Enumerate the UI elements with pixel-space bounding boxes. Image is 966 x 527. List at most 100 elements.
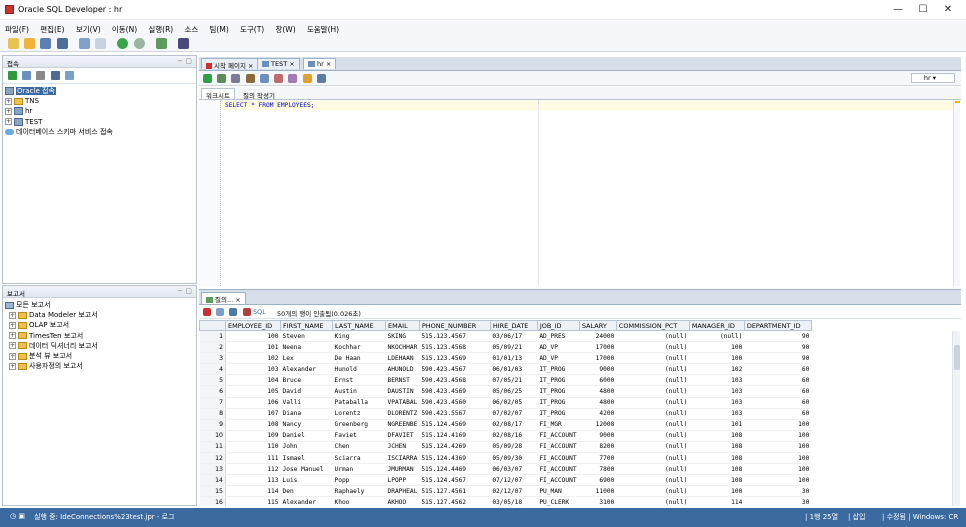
expand-icon[interactable]: + bbox=[9, 342, 16, 350]
table-row[interactable]: 8 107 Diana Lorentz DLORENTZ 590.423.5567 07/0… bbox=[199, 408, 812, 420]
table-cell[interactable]: 03/06/17 bbox=[490, 330, 538, 343]
table-cell[interactable]: (null) bbox=[616, 496, 690, 506]
table-cell[interactable]: 515.124.4369 bbox=[419, 452, 491, 465]
table-cell[interactable]: (null) bbox=[616, 474, 690, 487]
table-cell[interactable]: 3100 bbox=[579, 496, 617, 506]
table-row[interactable]: 6 105 David Austin DAUSTIN 590.423.4569 05/06/… bbox=[199, 385, 812, 398]
column-header[interactable]: COMMISSION_PCT bbox=[615, 320, 690, 331]
expand-icon[interactable]: + bbox=[5, 118, 12, 126]
table-cell[interactable]: Faviet bbox=[332, 430, 386, 442]
menu-navigate[interactable]: 이동(N) bbox=[107, 21, 141, 35]
results-grid[interactable]: EMPLOYEE_ID FIRST_NAME LAST_NAME EMAIL P… bbox=[199, 320, 961, 506]
table-cell[interactable]: NKOCHHAR bbox=[385, 341, 420, 354]
table-cell[interactable]: 108 bbox=[689, 452, 745, 465]
table-cell[interactable]: 11000 bbox=[579, 485, 617, 498]
table-cell[interactable]: 101 bbox=[225, 341, 281, 354]
connection-select[interactable]: hr ▾ bbox=[910, 73, 955, 83]
table-cell[interactable]: Urman bbox=[332, 463, 386, 476]
table-cell[interactable]: 100 bbox=[744, 452, 812, 465]
save-icon[interactable] bbox=[40, 38, 52, 49]
table-cell[interactable]: 515.123.4569 bbox=[419, 352, 491, 365]
table-cell[interactable]: 103 bbox=[689, 385, 745, 398]
table-cell[interactable]: 9000 bbox=[579, 430, 617, 442]
table-row[interactable]: 4 103 Alexander Hunold AHUNOLD 590.423.4567 06… bbox=[199, 363, 812, 376]
table-cell[interactable]: 17000 bbox=[579, 341, 617, 354]
table-cell[interactable]: PU_CLERK bbox=[537, 496, 580, 506]
table-cell[interactable]: IT_PROG bbox=[537, 385, 580, 398]
forward-icon[interactable] bbox=[133, 38, 145, 49]
table-cell[interactable]: SKING bbox=[385, 330, 420, 343]
table-cell[interactable]: IT_PROG bbox=[537, 397, 580, 409]
table-cell[interactable]: 100 bbox=[744, 430, 812, 442]
table-cell[interactable]: David bbox=[280, 385, 333, 398]
table-cell[interactable]: 8200 bbox=[579, 441, 617, 454]
table-cell[interactable]: 07/12/07 bbox=[490, 474, 538, 487]
editor-scrollbar[interactable] bbox=[953, 100, 960, 286]
column-header[interactable]: MANAGER_ID bbox=[688, 320, 745, 331]
table-cell[interactable]: Diana bbox=[280, 408, 333, 420]
table-cell[interactable]: 105 bbox=[225, 385, 281, 398]
table-cell[interactable]: Raphaely bbox=[332, 485, 386, 498]
menu-edit[interactable]: 편집(E) bbox=[35, 21, 68, 35]
table-row[interactable]: 3 102 Lex De Haan LDEHAAN 515.123.4569 01/01/1… bbox=[199, 352, 812, 365]
table-cell[interactable]: Kochhar bbox=[332, 341, 386, 354]
print-icon[interactable] bbox=[216, 308, 225, 316]
column-header[interactable]: DEPARTMENT_ID bbox=[743, 320, 812, 331]
table-cell[interactable]: FI_ACCOUNT bbox=[537, 463, 580, 476]
tab-start-page[interactable]: 시작 페이지 × bbox=[201, 58, 259, 70]
tree-item-user-defined[interactable]: + 사용자정의 보고서 bbox=[5, 361, 194, 371]
table-cell[interactable]: (null) bbox=[616, 463, 690, 476]
table-cell[interactable]: Steven bbox=[280, 330, 333, 343]
new-file-icon[interactable] bbox=[8, 38, 19, 49]
table-cell[interactable]: King bbox=[332, 330, 386, 343]
add-connection-icon[interactable] bbox=[8, 71, 17, 80]
table-cell[interactable]: (null) bbox=[616, 485, 690, 498]
table-cell[interactable]: 590.423.4560 bbox=[419, 397, 491, 409]
table-cell[interactable]: 108 bbox=[689, 463, 745, 476]
table-cell[interactable]: Hunold bbox=[332, 363, 386, 376]
table-cell[interactable]: Lex bbox=[280, 352, 333, 365]
column-header[interactable]: JOB_ID bbox=[536, 320, 580, 331]
expand-icon[interactable]: + bbox=[9, 311, 16, 319]
import-icon[interactable] bbox=[64, 71, 74, 80]
table-cell[interactable]: 60 bbox=[744, 374, 812, 387]
table-cell[interactable]: (null) bbox=[616, 374, 690, 387]
table-cell[interactable]: Chen bbox=[332, 441, 386, 454]
table-cell[interactable]: FI_ACCOUNT bbox=[537, 430, 580, 442]
expand-icon[interactable]: + bbox=[5, 107, 12, 115]
table-cell[interactable]: BERNST bbox=[385, 374, 420, 387]
table-cell[interactable]: 30 bbox=[744, 496, 812, 506]
table-cell[interactable]: 02/08/17 bbox=[490, 419, 538, 431]
column-header[interactable]: EMPLOYEE_ID bbox=[225, 320, 281, 331]
panel-minimize-icon[interactable]: − ▢ bbox=[177, 287, 192, 295]
table-cell[interactable]: Khoo bbox=[332, 496, 386, 506]
schema-browser-icon[interactable] bbox=[50, 71, 60, 80]
table-cell[interactable]: Alexander bbox=[280, 496, 333, 506]
table-row[interactable]: 1 100 Steven King SKING 515.123.4567 03/06/17 A… bbox=[199, 330, 812, 343]
tree-item-dictionary[interactable]: + 데이터 딕셔너리 보고서 bbox=[5, 341, 194, 351]
table-cell[interactable]: 106 bbox=[225, 397, 281, 409]
table-cell[interactable]: 515.127.4562 bbox=[419, 496, 491, 506]
table-cell[interactable]: 05/06/25 bbox=[490, 385, 538, 398]
sql-tuning-icon[interactable] bbox=[288, 74, 298, 83]
table-cell[interactable]: DAUSTIN bbox=[385, 385, 420, 398]
table-cell[interactable]: 103 bbox=[225, 363, 281, 376]
table-cell[interactable]: 515.124.4569 bbox=[419, 419, 491, 431]
table-cell[interactable]: (null) bbox=[616, 419, 690, 431]
table-cell[interactable]: (null) bbox=[616, 330, 690, 343]
menu-source[interactable]: 소스 bbox=[179, 21, 202, 35]
tab-query-result[interactable]: 질의... × bbox=[201, 292, 246, 304]
table-cell[interactable]: DRAPHEAL bbox=[385, 485, 420, 498]
table-cell[interactable]: LDEHAAN bbox=[385, 352, 420, 365]
table-row[interactable]: 15 114 Den Raphaely DRAPHEAL 515.127.4561 02/1… bbox=[199, 485, 812, 498]
table-cell[interactable]: 103 bbox=[689, 408, 745, 420]
table-cell[interactable]: 06/02/05 bbox=[490, 397, 538, 409]
table-cell[interactable]: 100 bbox=[744, 419, 812, 431]
table-cell[interactable]: Daniel bbox=[280, 430, 333, 442]
table-row[interactable]: 13 112 Jose Manuel Urman JMURMAN 515.124.4469… bbox=[199, 463, 812, 476]
table-cell[interactable]: AD_VP bbox=[537, 352, 580, 365]
column-header[interactable]: EMAIL bbox=[385, 320, 420, 331]
table-cell[interactable]: 100 bbox=[744, 441, 812, 454]
rollback-icon[interactable] bbox=[274, 74, 284, 83]
table-cell[interactable]: 9000 bbox=[579, 363, 617, 376]
